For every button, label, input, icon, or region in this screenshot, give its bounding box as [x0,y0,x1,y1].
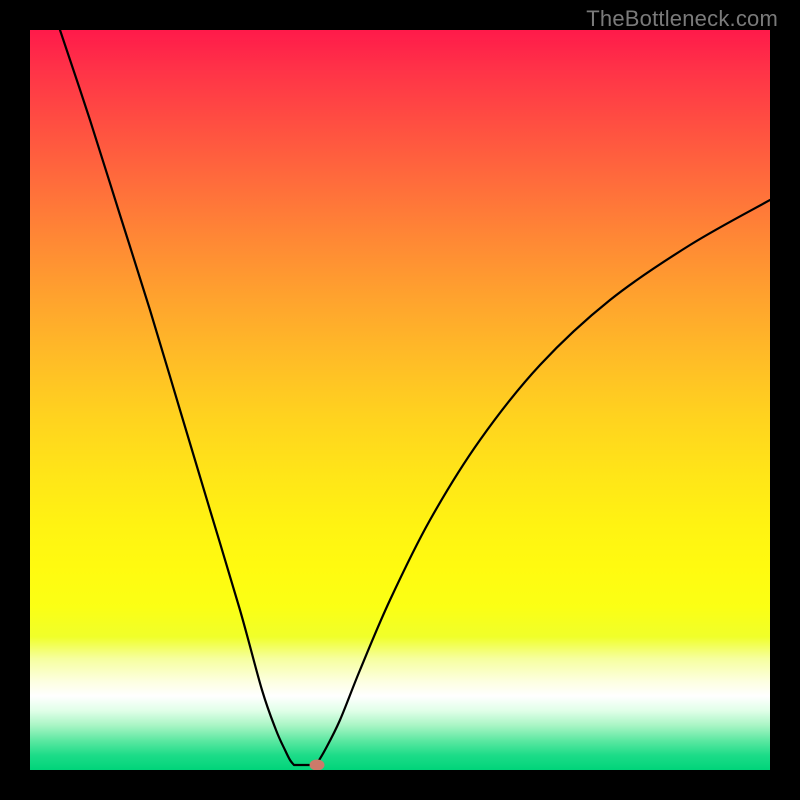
plot-area [30,30,770,770]
bottleneck-curve [60,30,770,765]
highlight-marker [310,760,325,771]
curve-svg [30,30,770,770]
watermark-text: TheBottleneck.com [586,6,778,32]
